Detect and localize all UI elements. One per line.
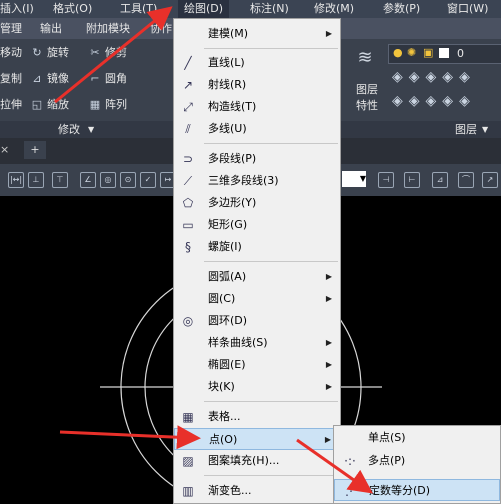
annotation-arrows [54,6,373,494]
red-arrow-icon [296,438,373,494]
red-arrow-icon [59,425,201,450]
red-arrow-icon [54,6,173,104]
